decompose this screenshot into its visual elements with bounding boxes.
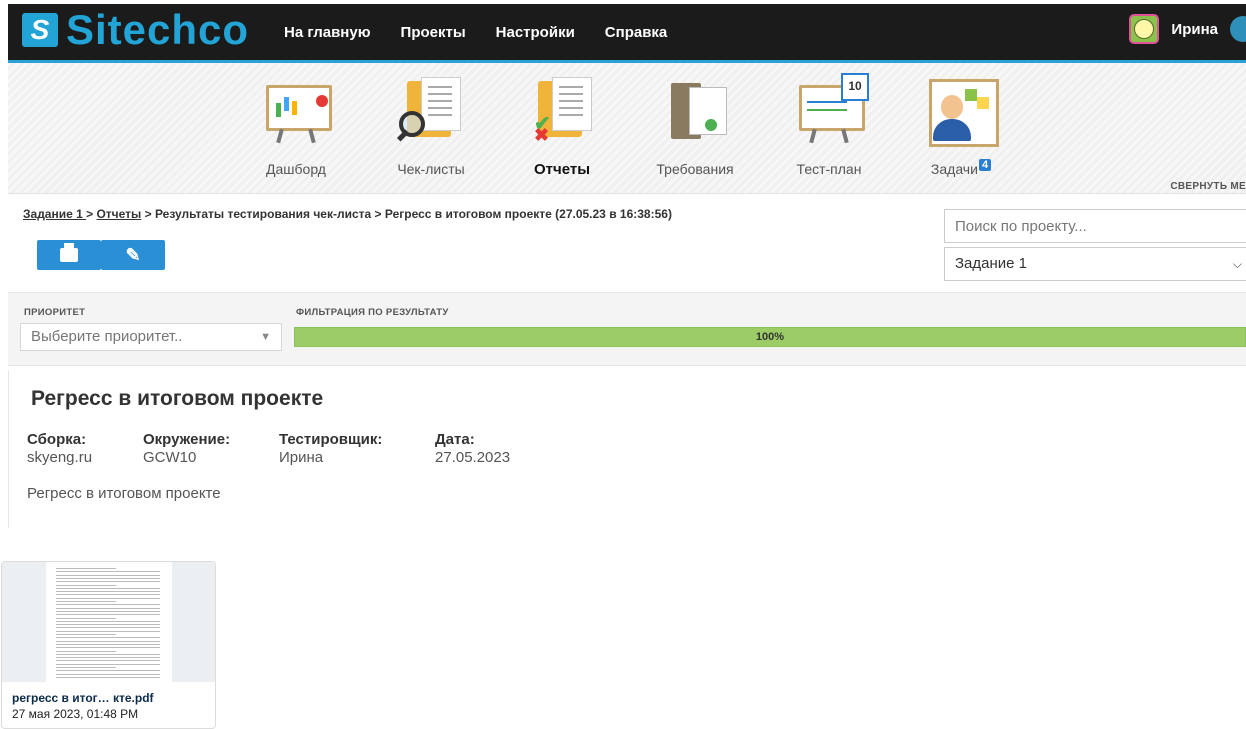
preview-line: [56, 571, 160, 573]
meta-date: Дата: 27.05.2023: [435, 431, 511, 466]
logo[interactable]: S Sitechco: [22, 6, 250, 53]
avatar[interactable]: [1129, 14, 1160, 44]
top-navbar: S Sitechco На главную Проекты Настройки …: [8, 4, 1246, 63]
pencil-edit-icon: ✎: [125, 244, 141, 265]
nav-home[interactable]: На главную: [284, 24, 371, 41]
preview-line: [56, 640, 160, 642]
breadcrumb-current: > Результаты тестирования чек-листа > Ре…: [141, 207, 672, 221]
preview-line: [56, 610, 160, 612]
priority-select[interactable]: Выберите приоритет.. ▼: [20, 323, 282, 351]
project-select[interactable]: Задание 1 ⌵: [944, 247, 1246, 281]
nav-help[interactable]: Справка: [605, 24, 667, 41]
preview-line: [56, 597, 160, 599]
printer-icon: [60, 243, 78, 262]
preview-line: [56, 650, 116, 652]
preview-line: [56, 601, 116, 602]
dashboard-icon: [260, 73, 332, 145]
preview-line: [56, 607, 160, 609]
requirements-icon: [659, 73, 731, 145]
module-test-plan[interactable]: 10 Тест-план: [774, 73, 884, 177]
module-label: Чек-листы: [397, 161, 465, 177]
breadcrumb-link-reports[interactable]: Отчеты: [96, 207, 141, 221]
preview-line: [56, 574, 160, 576]
module-label: Тест-план: [796, 161, 862, 177]
user-menu[interactable]: Ирина: [1129, 14, 1246, 44]
reports-icon: ✔ ✖: [526, 73, 598, 145]
checklist-magnifier-icon: [395, 73, 467, 145]
preview-line: [56, 614, 160, 616]
preview-line: [56, 604, 160, 606]
module-bar: Дашборд Чек-листы ✔ ✖ Отчеты Требования 1…: [8, 63, 1246, 194]
chevron-down-icon: ⌵: [1232, 257, 1242, 271]
result-progress-bar[interactable]: 100%: [294, 327, 1246, 347]
preview-line: [56, 634, 116, 635]
module-label: Дашборд: [266, 161, 326, 177]
preview-line: [56, 637, 160, 639]
module-label: Требования: [656, 161, 734, 177]
project-search-input[interactable]: [944, 209, 1246, 243]
preview-line: [56, 568, 116, 569]
preview-line: [56, 657, 160, 659]
tasks-person-icon: [925, 73, 999, 147]
module-reports[interactable]: ✔ ✖ Отчеты: [507, 73, 617, 178]
divider: [8, 370, 9, 528]
pdf-attachment-card[interactable]: регресс в итог… кте.pdf 27 мая 2023, 01:…: [1, 561, 216, 729]
module-label: Задачи 4: [906, 159, 1016, 177]
priority-label: ПРИОРИТЕТ: [24, 307, 86, 318]
collapse-menu-button[interactable]: СВЕРНУТЬ МЕ: [1170, 181, 1246, 192]
preview-line: [56, 624, 160, 626]
triangle-down-icon: ▼: [260, 331, 271, 343]
preview-line: [56, 676, 160, 678]
print-button[interactable]: [37, 240, 101, 270]
preview-line: [56, 653, 160, 655]
test-plan-icon: 10: [793, 73, 869, 145]
preview-line: [56, 620, 160, 622]
pdf-preview-thumbnail: [2, 562, 215, 682]
attachment-date: 27 мая 2023, 01:48 PM: [12, 707, 139, 721]
meta-environment: Окружение: GCW10: [143, 431, 231, 466]
module-checklists[interactable]: Чек-листы: [376, 73, 486, 177]
user-name[interactable]: Ирина: [1171, 21, 1218, 38]
preview-line: [56, 670, 160, 672]
preview-line: [56, 617, 116, 619]
main-nav: На главную Проекты Настройки Справка: [284, 4, 697, 60]
preview-line: [56, 581, 160, 583]
breadcrumb-link-task[interactable]: Задание 1: [23, 207, 86, 221]
logo-text: Sitechco: [66, 6, 250, 53]
logo-mark-icon: S: [22, 13, 58, 47]
preview-line: [56, 673, 160, 675]
preview-line: [56, 667, 116, 668]
module-dashboard[interactable]: Дашборд: [241, 73, 351, 177]
smiley-icon: [1134, 19, 1155, 39]
edit-button[interactable]: ✎: [101, 240, 165, 270]
meta-build: Сборка: skyeng.ru: [27, 431, 93, 466]
report-description: Регресс в итоговом проекте: [27, 485, 221, 502]
breadcrumb: Задание 1 > Отчеты > Результаты тестиров…: [23, 207, 672, 221]
preview-line: [56, 591, 160, 593]
module-tasks[interactable]: Задачи 4: [906, 73, 1016, 177]
preview-line: [56, 663, 160, 665]
attachment-filename: регресс в итог… кте.pdf: [12, 691, 154, 705]
nav-settings[interactable]: Настройки: [496, 24, 575, 41]
module-requirements[interactable]: Требования: [640, 73, 750, 177]
preview-line: [56, 643, 160, 645]
preview-line: [56, 660, 160, 662]
result-filter-label: ФИЛЬТРАЦИЯ ПО РЕЗУЛЬТАТУ: [296, 307, 449, 318]
power-icon[interactable]: [1230, 16, 1246, 42]
preview-line: [56, 630, 160, 632]
preview-line: [56, 587, 160, 589]
preview-line: [56, 627, 160, 629]
filter-bar: ПРИОРИТЕТ ФИЛЬТРАЦИЯ ПО РЕЗУЛЬТАТУ Выбер…: [8, 292, 1246, 366]
nav-projects[interactable]: Проекты: [401, 24, 466, 41]
preview-line: [56, 577, 160, 579]
progress-text: 100%: [755, 331, 785, 343]
tasks-count-badge: 4: [978, 159, 992, 171]
preview-line: [56, 647, 160, 649]
calendar-icon: 10: [841, 73, 869, 101]
preview-line: [56, 594, 160, 596]
meta-tester: Тестировщик: Ирина: [279, 431, 383, 466]
preview-line: [56, 584, 116, 586]
report-title: Регресс в итоговом проекте: [31, 387, 324, 410]
module-label: Отчеты: [533, 161, 591, 178]
